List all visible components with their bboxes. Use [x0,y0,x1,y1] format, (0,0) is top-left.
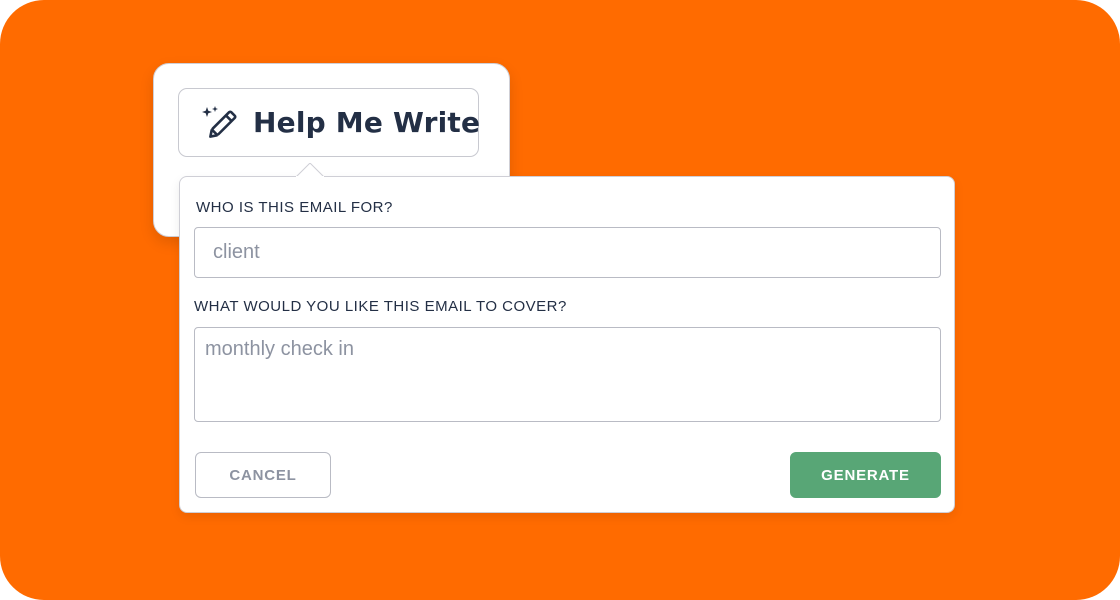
help-me-write-label: Help Me Write [253,106,481,139]
help-me-write-button[interactable]: Help Me Write [178,88,481,157]
topic-textarea[interactable] [194,327,941,422]
orange-backdrop: Help Me Write WHO IS THIS EMAIL FOR? WHA… [0,0,1120,600]
recipient-input[interactable] [194,227,941,278]
cancel-button[interactable]: CANCEL [195,452,331,498]
compose-form-panel: WHO IS THIS EMAIL FOR? WHAT WOULD YOU LI… [179,176,955,513]
magic-wand-icon [199,104,237,142]
topic-label: WHAT WOULD YOU LIKE THIS EMAIL TO COVER? [194,298,567,315]
recipient-label: WHO IS THIS EMAIL FOR? [196,199,393,216]
generate-button[interactable]: GENERATE [790,452,941,498]
